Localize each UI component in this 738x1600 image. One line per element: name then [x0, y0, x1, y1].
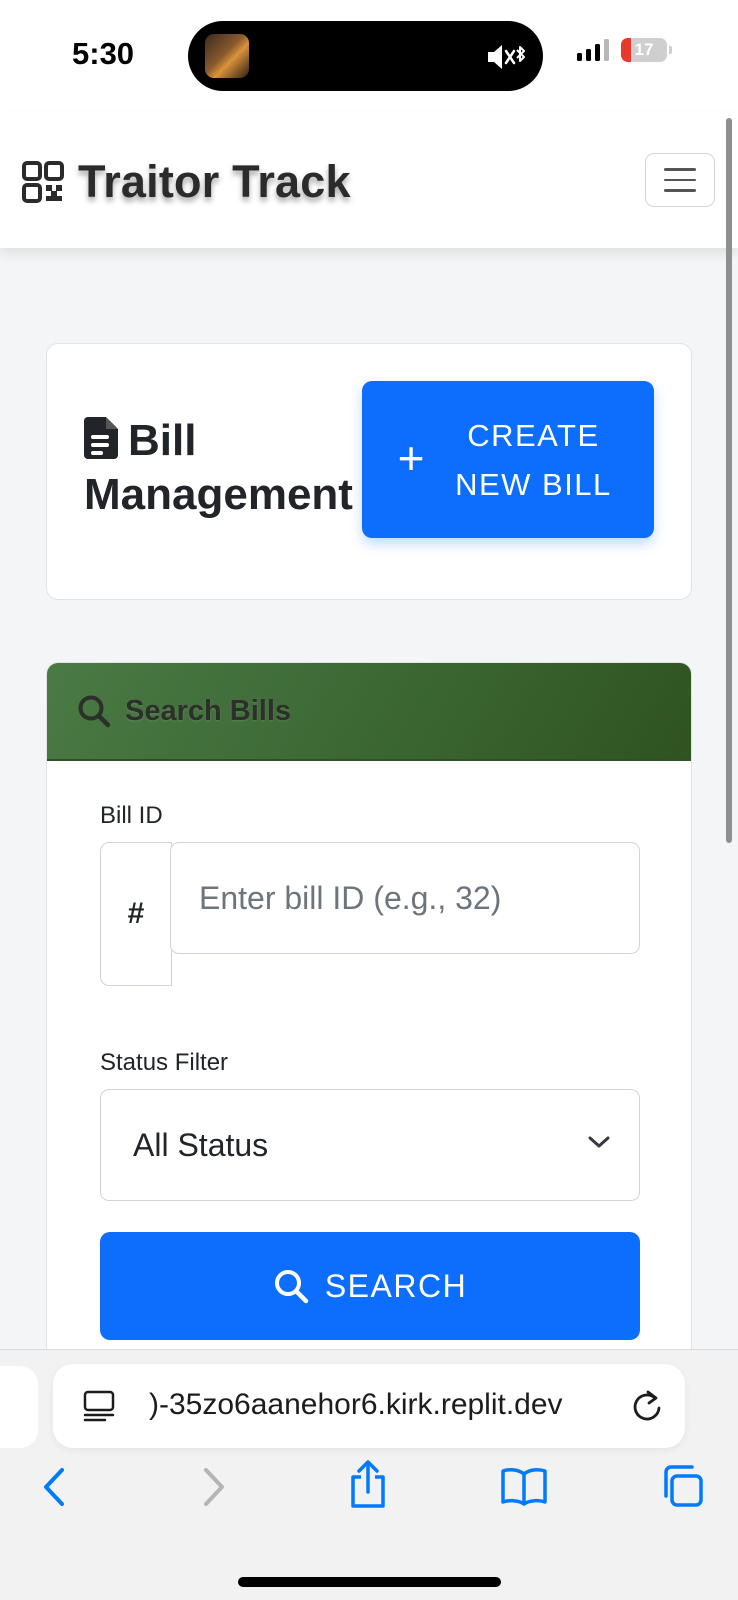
search-card-title: Search Bills [125, 694, 292, 727]
back-icon[interactable] [40, 1466, 70, 1508]
bill-management-header-card: Bill Management + CREATE NEW BILL [46, 343, 692, 600]
previous-tab-preview[interactable] [0, 1366, 38, 1448]
cellular-signal-icon [577, 39, 609, 61]
status-filter-label: Status Filter [100, 1049, 229, 1076]
qr-code-icon [22, 161, 64, 203]
now-playing-artwork[interactable] [205, 34, 249, 78]
bill-id-label: Bill ID [100, 802, 163, 829]
url-text[interactable]: )-35zo6aanehor6.kirk.replit.dev [149, 1388, 619, 1422]
menu-toggle-button[interactable] [645, 153, 715, 207]
brand-link[interactable]: Traitor Track [22, 156, 351, 208]
brand-title: Traitor Track [78, 156, 351, 207]
home-indicator[interactable] [238, 1577, 501, 1587]
search-icon [274, 1270, 309, 1304]
status-filter-value: All Status [133, 1126, 269, 1163]
hamburger-icon [664, 168, 696, 171]
tabs-icon[interactable] [660, 1464, 704, 1508]
navbar: Traitor Track [0, 112, 738, 248]
search-button[interactable]: SEARCH [100, 1232, 640, 1340]
search-card-header: Search Bills [47, 663, 691, 761]
status-indicators: 17 [577, 38, 672, 62]
browser-chrome: )-35zo6aanehor6.kirk.replit.dev [0, 1349, 738, 1600]
page-menu-icon[interactable] [83, 1390, 115, 1422]
search-bills-card: Search Bills Bill ID # Status Filter All… [46, 662, 692, 1362]
page-scrollbar[interactable] [726, 118, 732, 843]
share-icon[interactable] [348, 1460, 388, 1510]
bookmarks-icon[interactable] [500, 1466, 548, 1506]
reload-icon[interactable] [631, 1388, 663, 1422]
plus-icon: + [397, 431, 425, 484]
address-bar[interactable]: )-35zo6aanehor6.kirk.replit.dev [53, 1364, 685, 1448]
bill-id-input-group: # [100, 842, 640, 987]
page-title: Bill Management [84, 416, 353, 519]
file-text-icon [84, 417, 118, 459]
dynamic-island[interactable] [188, 21, 543, 91]
hash-prefix: # [100, 842, 172, 986]
create-new-bill-button[interactable]: + CREATE NEW BILL [362, 381, 654, 538]
speaker-mute-icon [488, 45, 525, 69]
battery-icon: 17 [621, 38, 667, 62]
bill-id-input[interactable] [170, 842, 640, 954]
search-icon [78, 695, 111, 728]
chevron-down-icon [588, 1136, 610, 1148]
status-filter-select[interactable]: All Status [100, 1089, 640, 1201]
browser-toolbar [0, 1460, 738, 1536]
status-time: 5:30 [72, 36, 135, 71]
forward-icon[interactable] [198, 1466, 228, 1508]
status-bar: 5:30 17 [0, 0, 738, 112]
battery-level: 17 [634, 40, 654, 59]
